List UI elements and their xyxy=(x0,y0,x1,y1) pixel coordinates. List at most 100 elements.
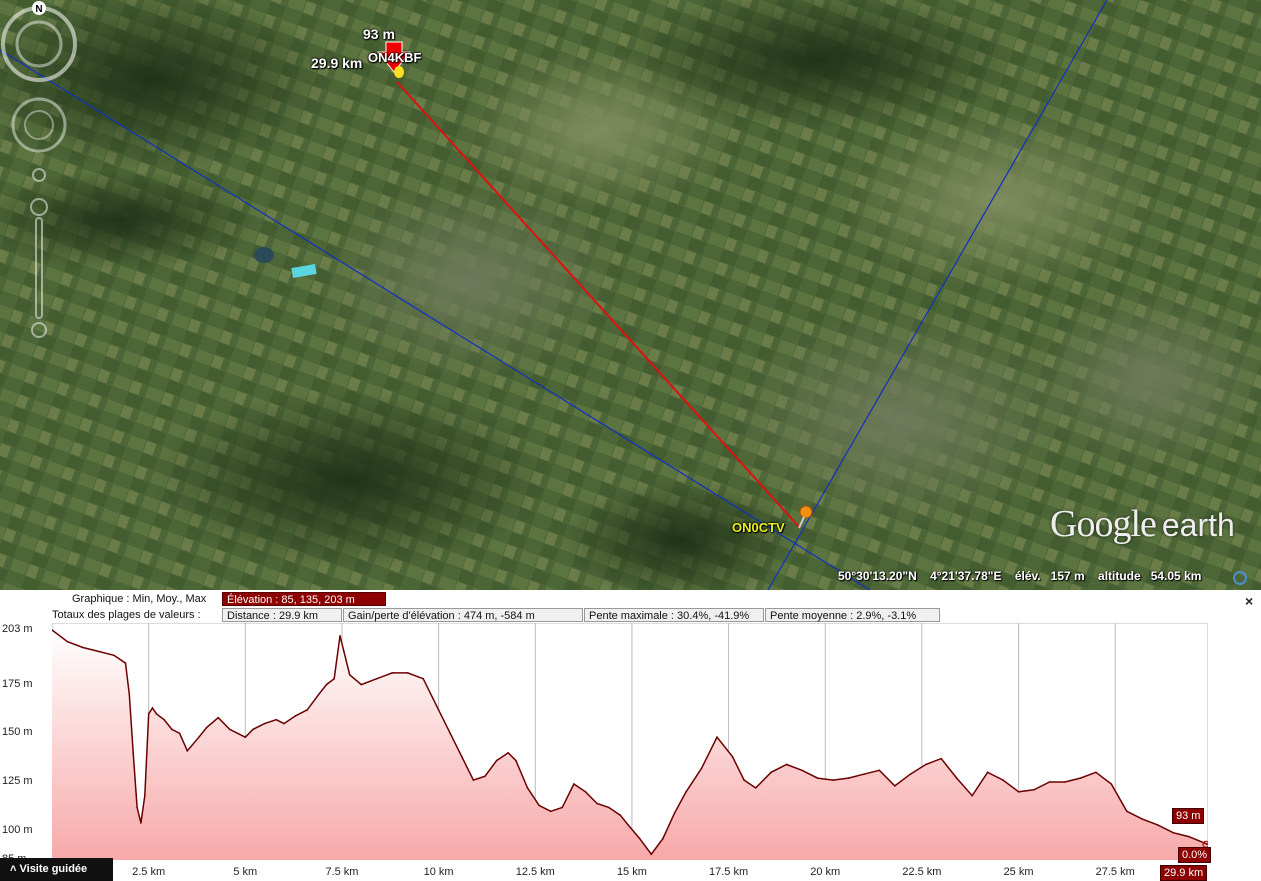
y-tick-label: 125 m xyxy=(2,775,33,788)
elevation-point xyxy=(144,794,146,797)
elevation-point xyxy=(1048,781,1051,783)
map-view[interactable]: 93 m 29.9 km ON4KBF ON0CTV N Google earth… xyxy=(0,0,1261,590)
elevation-point xyxy=(229,728,231,731)
placemark-end-label[interactable]: ON0CTV xyxy=(732,520,785,535)
elevation-point xyxy=(971,794,973,797)
avg-slope-box: Pente moyenne : 2.9%, -3.1% xyxy=(765,608,940,622)
elevation-point xyxy=(97,650,100,653)
move-joystick-icon[interactable] xyxy=(11,97,67,153)
altitude-readout: 54.05 km xyxy=(1150,569,1202,583)
elevation-point xyxy=(955,777,958,779)
x-tick-label: 25 km xyxy=(1003,866,1034,878)
elevation-point xyxy=(136,806,138,809)
zoom-out-icon[interactable] xyxy=(31,322,47,338)
close-icon[interactable]: × xyxy=(1245,593,1253,609)
elevation-point xyxy=(186,750,189,752)
y-tick-label: 100 m xyxy=(2,823,33,836)
x-tick-label: 15 km xyxy=(616,866,647,878)
cursor-elevation-label: 93 m xyxy=(363,26,395,42)
elevation-point xyxy=(619,814,622,816)
elevation-point xyxy=(422,677,425,680)
elevation-point xyxy=(507,752,510,754)
x-tick-label: 27.5 km xyxy=(1095,866,1135,878)
elevation-point xyxy=(343,650,345,653)
street-view-icon[interactable] xyxy=(32,168,46,182)
elevation-point xyxy=(716,736,718,738)
elevation-point xyxy=(878,769,881,772)
y-tick-label: 175 m xyxy=(2,677,33,690)
y-tick-label: 150 m xyxy=(2,726,33,739)
elevation-point xyxy=(132,752,134,754)
elevation-point xyxy=(171,728,173,731)
elevation-point xyxy=(573,783,575,785)
max-slope-box: Pente maximale : 30.4%, -41.9% xyxy=(584,608,764,622)
tour-guide-button[interactable]: ˄ Visite guidée xyxy=(0,858,113,881)
elevation-point xyxy=(318,693,320,696)
elevation-point xyxy=(685,791,687,793)
elevation-readout: 157 m xyxy=(1050,569,1085,583)
elevation-point xyxy=(801,769,803,772)
elevation-point xyxy=(124,662,127,664)
elevation-point xyxy=(1002,779,1004,781)
elevation-point xyxy=(940,757,942,760)
elevation-point xyxy=(1126,810,1128,813)
elevation-profile-panel: Graphique : Min, Moy., Max Élévation : 8… xyxy=(0,590,1261,881)
elevation-point xyxy=(662,837,664,840)
longitude-readout: 4°21'37.78"E xyxy=(930,569,1002,583)
elevation-point xyxy=(155,713,158,715)
elevation-point xyxy=(205,726,208,729)
elevation-point xyxy=(113,654,115,657)
elevation-point xyxy=(1110,783,1113,785)
elevation-point xyxy=(673,812,676,814)
elevation-point xyxy=(128,693,131,696)
elevation-point xyxy=(217,716,219,719)
elevation-point xyxy=(325,683,328,686)
elevation-point xyxy=(1017,791,1020,793)
elevation-point xyxy=(607,806,610,809)
elevation-point xyxy=(549,810,552,813)
elevation-point xyxy=(472,779,475,781)
x-tick-label: 2.5 km xyxy=(132,866,166,878)
compass-north-letter: N xyxy=(35,4,42,15)
elevation-point xyxy=(294,715,297,717)
elevation-point xyxy=(163,718,165,721)
elevation-point xyxy=(515,759,517,762)
elevation-point xyxy=(178,732,181,735)
cursor-slope-tag: 0.0% xyxy=(1178,847,1212,863)
elevation-point xyxy=(596,802,598,805)
look-joystick-icon[interactable] xyxy=(15,20,63,68)
elevation-chart[interactable] xyxy=(52,623,1208,860)
elevation-point xyxy=(437,709,440,711)
navigation-controls[interactable]: N xyxy=(0,0,80,340)
elevation-point xyxy=(449,732,452,735)
x-tick-label: 10 km xyxy=(423,866,454,878)
elevation-point xyxy=(147,713,150,715)
elevation-label: élév. xyxy=(1014,569,1041,583)
elevation-point xyxy=(700,767,703,770)
elevation-point xyxy=(1141,818,1144,820)
placemark-start-label[interactable]: ON4KBF xyxy=(368,50,421,65)
elevation-gain-box: Gain/perte d'élévation : 474 m, -584 m xyxy=(343,608,583,622)
streaming-indicator-icon xyxy=(1233,571,1247,585)
elevation-point xyxy=(391,672,394,674)
elevation-point xyxy=(627,824,629,826)
x-tick-label: 12.5 km xyxy=(515,866,555,878)
cursor-distance-tag: 29.9 km xyxy=(1160,865,1208,881)
pushpin-icon xyxy=(394,66,404,78)
elevation-point xyxy=(1095,771,1097,774)
elevation-point xyxy=(244,736,247,738)
zoom-in-icon[interactable] xyxy=(30,198,48,216)
x-tick-label: 20 km xyxy=(810,866,841,878)
compass-ring-icon[interactable] xyxy=(1,6,77,82)
x-tick-label: 7.5 km xyxy=(325,866,359,878)
elevation-point xyxy=(584,791,587,793)
elevation-point xyxy=(333,677,336,680)
elevation-point xyxy=(847,777,850,779)
zoom-slider[interactable] xyxy=(35,217,43,319)
elevation-point xyxy=(461,755,463,758)
elevation-point xyxy=(561,806,564,809)
status-bar: 50°30'13.20"N 4°21'37.78"E élév. 157 m al… xyxy=(838,569,1211,583)
x-tick-label: 22.5 km xyxy=(902,866,942,878)
elevation-point xyxy=(832,779,834,781)
elevation-point xyxy=(538,804,540,807)
